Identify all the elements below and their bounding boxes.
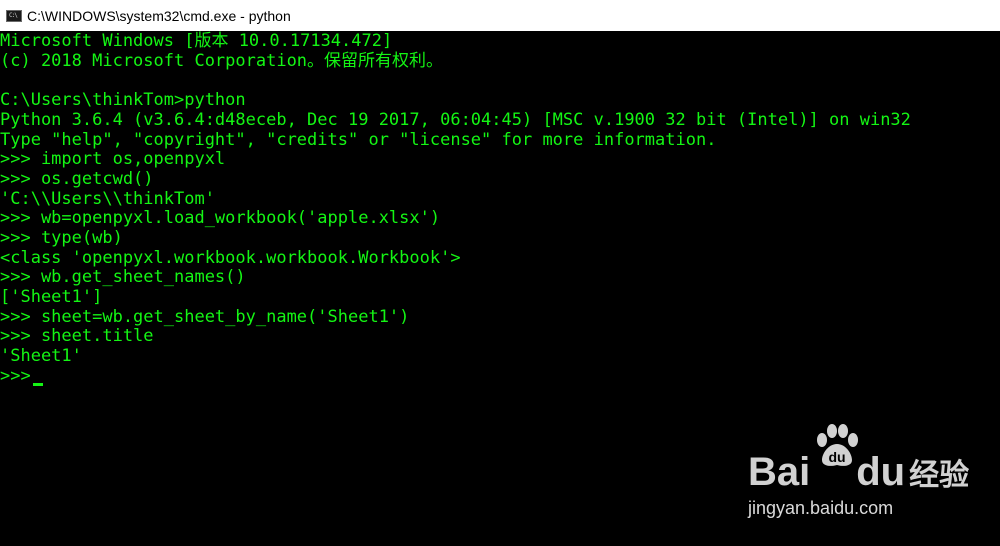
icon-prompt-mark: C:\	[9, 11, 18, 19]
console-line: Python 3.6.4 (v3.6.4:d48eceb, Dec 19 201…	[0, 110, 911, 130]
console-line: 'Sheet1'	[0, 346, 82, 366]
console-line: >>> wb.get_sheet_names()	[0, 267, 246, 287]
console-line: ['Sheet1']	[0, 287, 103, 307]
console-line: >>> import os,openpyxl	[0, 149, 226, 169]
console-line: 'C:\\Users\\thinkTom'	[0, 189, 215, 209]
console-line: >>> type(wb)	[0, 228, 123, 248]
baidu-watermark: du Bai du 经验 jingyan.baidu.com	[748, 424, 969, 524]
brand-left: Bai	[748, 450, 811, 494]
watermark-url: jingyan.baidu.com	[748, 498, 894, 518]
title-bar[interactable]: C:\ C:\WINDOWS\system32\cmd.exe - python	[0, 0, 1000, 31]
console-line: Type "help", "copyright", "credits" or "…	[0, 130, 717, 150]
console-line: >>> os.getcwd()	[0, 169, 154, 189]
console-line: <class 'openpyxl.workbook.workbook.Workb…	[0, 248, 461, 268]
console-line: >>> sheet.title	[0, 326, 154, 346]
baidu-brand: Bai du 经验	[748, 452, 969, 496]
console-line: >>>	[0, 367, 43, 386]
cmd-console-icon[interactable]: C:\	[6, 9, 22, 22]
text-cursor	[32, 383, 43, 386]
window-title: C:\WINDOWS\system32\cmd.exe - python	[27, 7, 291, 24]
brand-right: du	[856, 450, 906, 494]
console-line: C:\Users\thinkTom>python	[0, 90, 246, 110]
brand-cn: 经验	[909, 459, 970, 492]
console-line: (c) 2018 Microsoft Corporation。保留所有权利。	[0, 51, 444, 71]
cmd-window: C:\ C:\WINDOWS\system32\cmd.exe - python…	[0, 0, 1000, 546]
console-line: >>> sheet=wb.get_sheet_by_name('Sheet1')	[0, 307, 410, 327]
console-line: >>> wb=openpyxl.load_workbook('apple.xls…	[0, 208, 441, 228]
console-line: Microsoft Windows [版本 10.0.17134.472]	[0, 31, 393, 51]
